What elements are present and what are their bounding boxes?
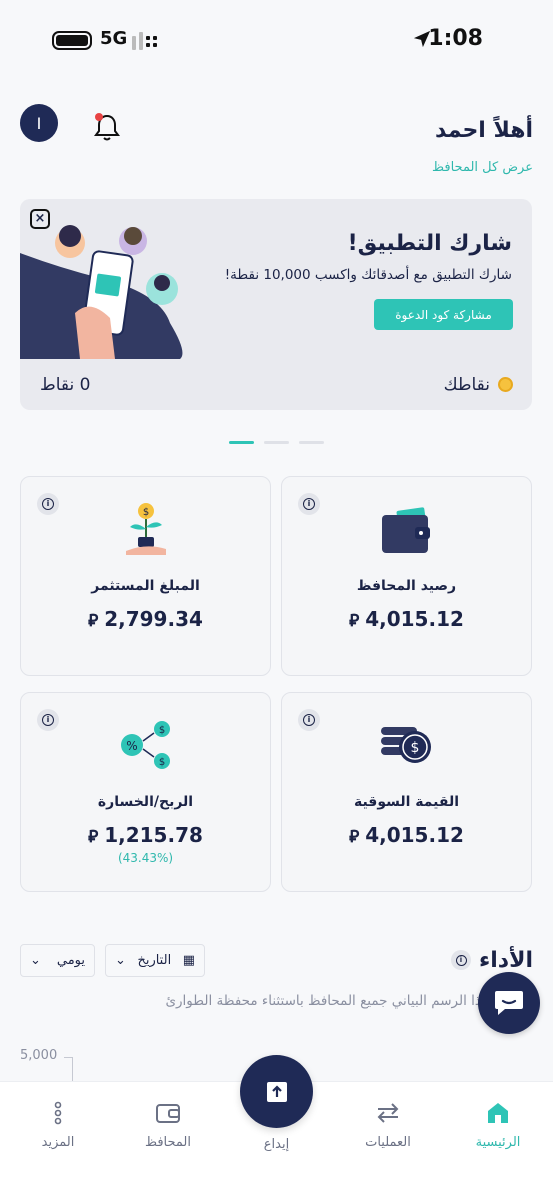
- profit-loss-card[interactable]: i % $ $ الربح/الخسارة ⃁ 1,215.78 (43.43%): [20, 692, 271, 892]
- svg-text:$: $: [143, 507, 149, 518]
- money-plant-icon: $: [126, 503, 166, 555]
- deposit-button[interactable]: [240, 1055, 313, 1128]
- avatar-initial: I: [36, 113, 42, 133]
- svg-text:$: $: [159, 757, 165, 768]
- carousel-dot[interactable]: [299, 441, 324, 444]
- points-value: 0 نقاط: [40, 375, 91, 395]
- coins-stack-icon: $: [381, 727, 431, 763]
- share-illustration: [20, 225, 183, 359]
- card-value: ⃁ 4,015.12: [349, 823, 464, 847]
- card-label: الربح/الخسارة: [97, 794, 194, 810]
- nav-label: الرئيسية: [475, 1135, 521, 1150]
- status-bar: 1:08 5G: [0, 0, 553, 80]
- carousel-indicator: [0, 441, 553, 445]
- wallet-nav-icon: [156, 1104, 180, 1123]
- info-icon[interactable]: i: [37, 709, 59, 731]
- nav-operations[interactable]: العمليات: [333, 1082, 443, 1182]
- carousel-dot[interactable]: [264, 441, 289, 444]
- status-time: 1:08: [428, 26, 483, 51]
- home-icon: [488, 1103, 508, 1123]
- card-value: ⃁ 2,799.34: [88, 607, 203, 631]
- performance-title: الأداء: [478, 948, 533, 973]
- svg-text:$: $: [159, 725, 165, 736]
- info-icon[interactable]: i: [37, 493, 59, 515]
- banner-title: شارك التطبيق!: [347, 231, 512, 256]
- share-app-banner: × شارك التطبيق! شارك التطبيق مع أصدقائك …: [20, 199, 532, 410]
- calendar-icon: ▦: [182, 953, 195, 968]
- chevron-down-icon: ⌄: [30, 953, 41, 968]
- nav-wallets[interactable]: المحافظ: [113, 1082, 223, 1182]
- location-arrow-icon: [413, 30, 431, 48]
- battery-icon: [52, 31, 92, 50]
- riyal-currency-icon: ⃁: [349, 611, 360, 631]
- svg-text:%: %: [126, 739, 137, 753]
- share-invite-code-button[interactable]: مشاركة كود الدعوة: [374, 299, 513, 330]
- date-select[interactable]: ▦ التاريخ ⌄: [105, 944, 205, 977]
- coin-icon: [498, 377, 513, 392]
- card-value: ⃁ 4,015.12: [349, 607, 464, 631]
- card-label: المبلغ المستثمر: [91, 578, 200, 594]
- chat-bubble-icon: [495, 991, 523, 1015]
- wallet-icon: [382, 507, 430, 553]
- profit-percentage: (43.43%): [117, 851, 174, 865]
- nav-more[interactable]: المزيد: [3, 1082, 113, 1182]
- points-label: نقاطك: [443, 375, 490, 395]
- notification-badge: [95, 113, 103, 121]
- period-select[interactable]: يومي ⌄: [20, 944, 95, 977]
- performance-description: يتضمن هذا الرسم البياني جميع المحافظ باس…: [165, 993, 531, 1009]
- svg-text:$: $: [411, 740, 420, 756]
- invested-amount-card[interactable]: i $ المبلغ المستثمر ⃁ 2,799.34: [20, 476, 271, 676]
- card-value: ⃁ 1,215.78: [88, 823, 203, 847]
- deposit-label: إيداع: [263, 1137, 290, 1152]
- nav-home[interactable]: الرئيسية: [443, 1082, 553, 1182]
- y-axis-tick: [64, 1057, 72, 1058]
- carousel-dot-active[interactable]: [229, 441, 254, 444]
- date-select-label: التاريخ: [137, 953, 172, 968]
- info-icon[interactable]: i: [298, 709, 320, 731]
- banner-subtitle: شارك التطبيق مع أصدقائك واكسب 10,000 نقط…: [224, 267, 512, 283]
- view-all-wallets-link[interactable]: عرض كل المحافظ: [432, 160, 533, 175]
- greeting-title: أهلاً احمد: [434, 118, 533, 143]
- riyal-currency-icon: ⃁: [88, 827, 99, 847]
- card-label: رصيد المحافظ: [356, 578, 457, 594]
- card-label: القيمة السوقية: [353, 794, 460, 810]
- market-value-card[interactable]: i $ القيمة السوقية ⃁ 4,015.12: [281, 692, 532, 892]
- riyal-currency-icon: ⃁: [349, 827, 360, 847]
- deposit-icon: [266, 1081, 287, 1102]
- profit-loss-icon: % $ $: [121, 721, 170, 769]
- more-dots-icon: [54, 1101, 62, 1125]
- period-select-label: يومي: [56, 953, 85, 968]
- nav-label: المحافظ: [145, 1135, 191, 1150]
- nav-label: العمليات: [365, 1135, 411, 1150]
- chevron-down-icon: ⌄: [115, 953, 126, 968]
- signal-icon: [132, 32, 157, 50]
- riyal-currency-icon: ⃁: [88, 611, 99, 631]
- avatar[interactable]: I: [20, 104, 58, 142]
- info-icon[interactable]: i: [451, 950, 471, 970]
- transfer-arrows-icon: [377, 1103, 399, 1123]
- info-icon[interactable]: i: [298, 493, 320, 515]
- nav-label: المزيد: [41, 1135, 75, 1150]
- network-type: 5G: [100, 28, 128, 49]
- y-axis-tick-label: 5,000: [20, 1048, 58, 1063]
- wallet-balance-card[interactable]: i رصيد المحافظ ⃁ 4,015.12: [281, 476, 532, 676]
- chat-support-button[interactable]: [478, 972, 540, 1034]
